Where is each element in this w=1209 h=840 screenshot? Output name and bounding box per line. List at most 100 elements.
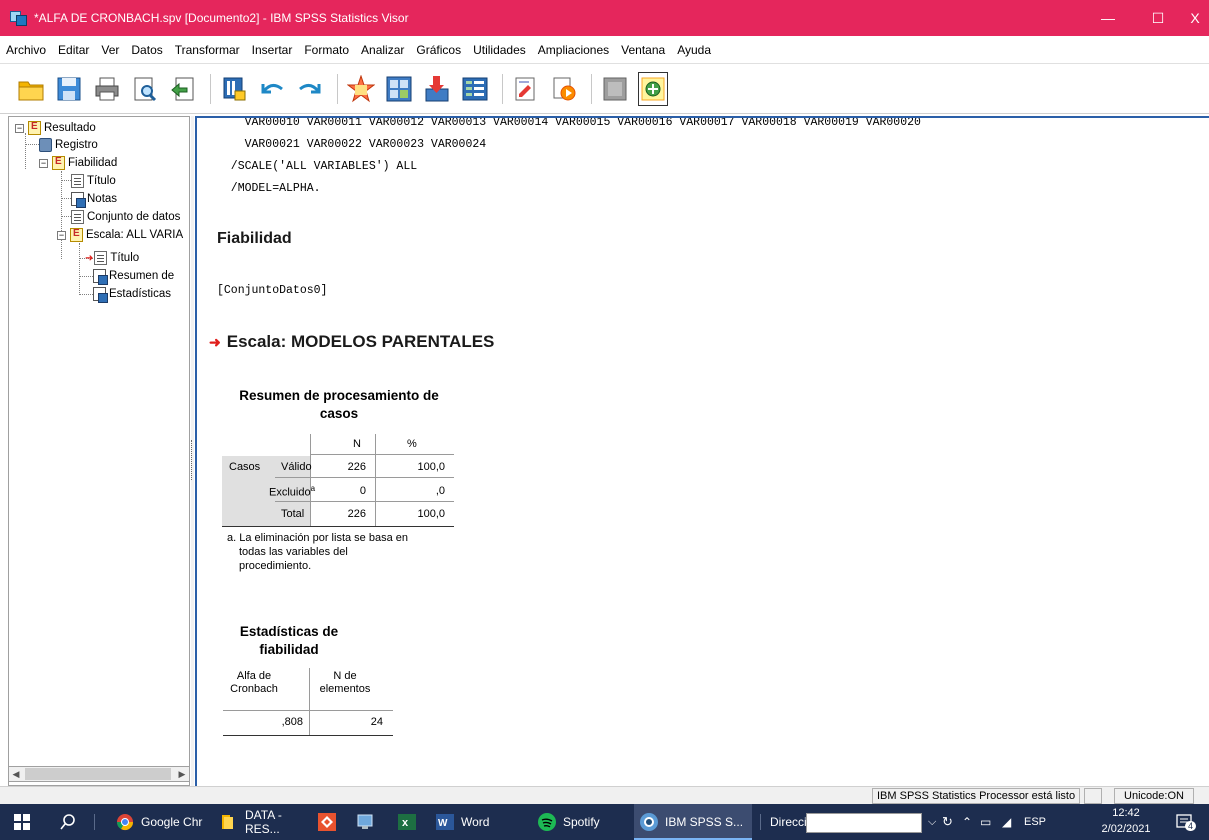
search-button[interactable] [60,804,76,840]
menu-graficos[interactable]: Gráficos [416,43,461,57]
clock-date: 2/02/2021 [1101,823,1151,835]
export-icon[interactable] [168,72,198,106]
column-header-n: N [353,438,361,450]
goto-data-icon[interactable] [346,72,376,106]
windows-icon [14,814,30,830]
column-header-n-items: elementos [319,683,371,695]
syntax-line: /MODEL=ALPHA. [217,182,321,195]
output-book-icon [28,121,41,135]
cell-n: 226 [347,508,366,520]
goto-case-icon[interactable] [384,72,414,106]
outline-node-resultado[interactable]: − Resultado [15,119,96,137]
processor-status: IBM SPSS Statistics Processor está listo [872,788,1080,804]
scroll-left-icon[interactable]: ◀ [9,767,23,781]
menu-editar[interactable]: Editar [58,43,89,57]
pivot-table-icon [93,269,108,285]
scroll-right-icon[interactable]: ▶ [175,767,189,781]
menu-ventana[interactable]: Ventana [621,43,665,57]
excel-icon: x [398,814,416,830]
print-icon[interactable] [92,72,122,106]
anydesk-icon [318,813,336,831]
taskbar-app-word[interactable]: W Word [436,804,508,840]
undo-icon[interactable] [257,72,287,106]
menu-ver[interactable]: Ver [101,43,119,57]
menu-insertar[interactable]: Insertar [252,43,293,57]
clock[interactable]: 12:42 2/02/2021 [1096,805,1156,837]
address-input[interactable] [806,813,922,833]
collapse-icon[interactable]: − [39,158,48,168]
outline-node-resumen[interactable]: Resumen de [93,267,174,285]
taskbar-app-desktop[interactable] [356,804,381,840]
title-doc-icon [71,174,84,188]
scroll-thumb[interactable] [25,768,171,780]
insert-output-icon[interactable] [422,72,452,106]
collapse-icon[interactable]: − [57,230,66,240]
cell-n-items: 24 [370,716,383,728]
splitter-grip[interactable] [191,440,194,480]
menu-analizar[interactable]: Analizar [361,43,404,57]
language-indicator[interactable]: ESP [1024,804,1046,840]
taskbar: Google Chr DATA - RES... x W Word Spotif… [0,804,1209,840]
notifications-button[interactable]: 4 [1176,804,1197,840]
open-icon[interactable] [16,72,46,106]
outline-node-conjunto-datos[interactable]: Conjunto de datos [71,208,180,226]
outline-node-registro[interactable]: Registro [39,136,98,154]
taskbar-app-chrome[interactable]: Google Chr [116,804,216,840]
current-item-arrow-icon: ➜ [85,252,94,264]
outline-pane[interactable]: − Resultado Registro − Fiabilidad Título… [8,116,190,786]
close-button[interactable]: X [1180,0,1209,36]
dataset-label: [ConjuntoDatos0] [217,284,328,297]
outline-node-fiabilidad[interactable]: − Fiabilidad [39,154,117,172]
output-book-icon [70,228,83,242]
taskbar-app-spotify[interactable]: Spotify [538,804,618,840]
outline-node-notas[interactable]: Notas [71,190,117,208]
menu-archivo[interactable]: Archivo [6,43,46,57]
maximize-button[interactable]: ☐ [1138,0,1178,36]
column-header-n-items: N de [333,670,357,682]
outline-horizontal-scrollbar[interactable]: ◀ ▶ [8,766,190,782]
recall-dialog-icon[interactable] [219,72,249,106]
outline-node-titulo[interactable]: Título [71,172,116,190]
syntax-line: VAR00010 VAR00011 VAR00012 VAR00013 VAR0… [217,116,921,129]
collapse-icon[interactable]: − [15,123,24,133]
redo-icon[interactable] [295,72,325,106]
show-hide-icon[interactable] [638,71,668,106]
taskbar-app-spss[interactable]: IBM SPSS S... [634,804,752,840]
row-label: Excluidoa [269,484,316,499]
menu-datos[interactable]: Datos [131,43,162,57]
cell-pct: 100,0 [417,461,445,473]
variables-icon[interactable] [460,72,490,106]
save-icon[interactable] [54,72,84,106]
outline-node-escala-titulo[interactable]: ➜ Título [85,249,139,267]
log-icon [39,138,52,152]
menu-ampliaciones[interactable]: Ampliaciones [538,43,609,57]
refresh-icon[interactable]: ↻ [942,804,953,840]
menu-utilidades[interactable]: Utilidades [473,43,526,57]
start-button[interactable] [14,804,30,840]
cell-pct: 100,0 [417,508,445,520]
select-last-output-icon[interactable] [549,72,579,106]
menu-formato[interactable]: Formato [304,43,349,57]
show-hidden-icons-icon[interactable]: ⌃ [962,804,972,840]
column-header-alpha: Alfa de [236,670,272,682]
taskbar-app-excel[interactable]: x [398,804,423,840]
print-preview-icon[interactable] [130,72,160,106]
network-icon[interactable]: ▭ [980,804,991,840]
footnote: a. La eliminación por lista se basa en [227,532,408,544]
outline-node-estadisticas[interactable]: Estadísticas [93,285,171,303]
menu-ayuda[interactable]: Ayuda [677,43,711,57]
taskbar-app-anydesk[interactable] [318,804,343,840]
svg-text:x: x [402,817,409,829]
menu-bar: Archivo Editar Ver Datos Transformar Ins… [0,36,1209,64]
designate-window-icon[interactable] [511,72,541,106]
volume-icon[interactable]: ◢ [1002,804,1011,840]
address-dropdown-icon[interactable]: ⌵ [928,804,936,840]
taskbar-app-folder[interactable]: DATA - RES... [220,804,312,840]
table-title: fiabilidad [259,642,319,657]
inactive-icon[interactable] [600,72,630,106]
outline-node-escala[interactable]: − Escala: ALL VARIA [57,226,183,244]
minimize-button[interactable]: — [1088,0,1128,36]
menu-transformar[interactable]: Transformar [175,43,240,57]
output-content-pane[interactable]: VAR00010 VAR00011 VAR00012 VAR00013 VAR0… [195,116,1209,786]
toolbar [0,64,1209,114]
